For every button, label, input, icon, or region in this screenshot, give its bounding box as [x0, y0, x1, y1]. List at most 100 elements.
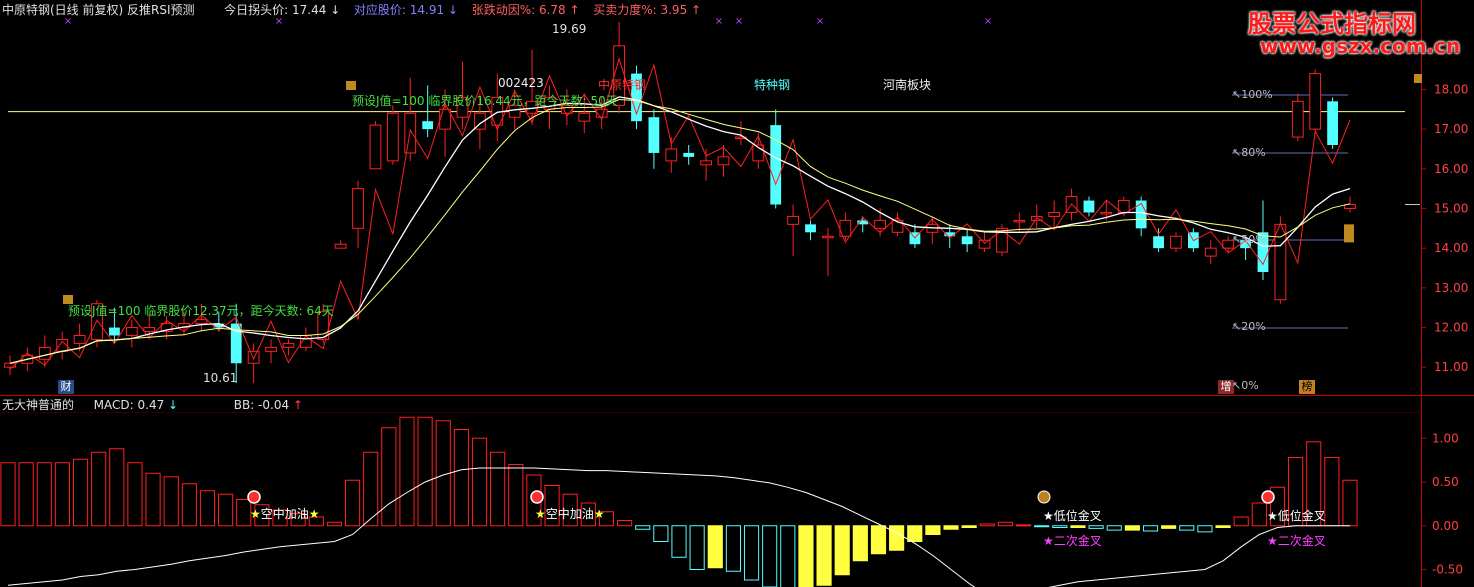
macd-bar	[1052, 525, 1068, 528]
candle-body	[1327, 101, 1338, 145]
bang-badge[interactable]: 榜	[1299, 380, 1315, 394]
candle-body	[770, 125, 782, 205]
price-tick-label: 18.00	[1434, 82, 1468, 96]
macd-bar	[181, 483, 197, 527]
macd-bar	[635, 525, 651, 530]
candle-body	[422, 121, 434, 130]
candle-body	[648, 117, 660, 153]
macd-bar	[127, 462, 143, 527]
candle-body	[978, 239, 991, 249]
candle-body	[109, 327, 120, 336]
watermark-line2: www.gszx.com.cn	[1260, 34, 1461, 58]
pct-0-label: ↖0%	[1232, 379, 1259, 392]
cai-badge[interactable]: 财	[58, 380, 74, 394]
top-marker-icon: ×	[715, 16, 723, 27]
candle-body	[73, 334, 86, 344]
candle-body	[143, 327, 156, 333]
macd-bar	[943, 525, 959, 530]
candle-body	[1274, 223, 1287, 301]
macd-bar	[1106, 525, 1122, 531]
high-price-label: 19.69	[552, 22, 587, 36]
candle-body	[125, 327, 138, 336]
candle-body	[1083, 200, 1095, 213]
macd-bar	[344, 479, 361, 527]
macd-bar	[1233, 516, 1249, 527]
candle-body	[1204, 247, 1217, 257]
top-marker-icon: ×	[64, 16, 72, 27]
macd-bar	[199, 490, 216, 527]
macd-bar	[816, 525, 832, 586]
macd-bar	[870, 525, 887, 555]
macd-bar	[743, 525, 760, 581]
price-tick-label: 16.00	[1434, 162, 1468, 176]
price-tick-label: 17.00	[1434, 122, 1468, 136]
macd-bar	[417, 416, 433, 527]
top-marker-icon: ×	[816, 16, 824, 27]
macd-bar	[997, 521, 1014, 527]
note-icon	[346, 81, 356, 90]
candle-body	[787, 215, 800, 225]
pct-100-value: 100%	[1241, 88, 1273, 101]
macd-tick-label: 0.00	[1432, 519, 1459, 533]
macd-bar	[798, 525, 814, 587]
price-tick-label: 15.00	[1434, 201, 1468, 215]
candle-body	[282, 342, 295, 348]
macd-bar	[453, 429, 469, 527]
pct-0-value: 0%	[1241, 379, 1259, 392]
air-fuel-text-1: 空中加油	[260, 507, 309, 521]
candle-body	[195, 319, 208, 325]
macd-bar	[399, 416, 415, 527]
macd-tick-label: 0.50	[1432, 475, 1459, 489]
macd-bar	[1124, 525, 1140, 531]
candle-body	[1291, 100, 1304, 138]
candle-body	[1013, 219, 1026, 223]
pct-100-label: ↖100%	[1232, 88, 1273, 101]
second-gold-signal-2: ★二次金叉	[1267, 534, 1326, 548]
candle-body	[1135, 200, 1147, 229]
price-tick-label: 13.00	[1434, 281, 1468, 295]
candle-body	[717, 156, 730, 166]
pct-80-label: ↖80%	[1232, 146, 1266, 159]
macd-bar	[1088, 525, 1104, 529]
watermark-logo: 股票公式指标网 www.gszx.com.cn	[1244, 4, 1466, 60]
candle-body	[700, 160, 712, 166]
stock-name: 中原特钢	[598, 78, 647, 92]
macd-bar	[508, 464, 524, 527]
low-gold-signal-2: ★低位金叉	[1267, 509, 1326, 523]
macd-bar	[381, 427, 397, 527]
candle-body	[265, 346, 277, 352]
top-marker-icon: ×	[984, 16, 992, 27]
candle-body	[961, 236, 973, 245]
second-gold-text-2: 二次金叉	[1277, 534, 1326, 548]
predict-lower: 预设J值=100 临界股价12.37元，距今天数: 64天	[68, 304, 334, 318]
pct-20-value: 20%	[1241, 320, 1266, 333]
pct-50-value: 50%	[1241, 233, 1266, 246]
macd-bar	[762, 525, 778, 587]
diff-line	[7, 467, 1350, 587]
macd-bar	[1215, 525, 1231, 528]
macd-bar	[145, 472, 161, 527]
note-icon	[1414, 74, 1422, 83]
macd-bar	[780, 525, 796, 587]
candle-body	[334, 243, 347, 249]
candle-body	[874, 219, 887, 229]
candle-body	[247, 350, 260, 364]
low-gold-text-2: 低位金叉	[1277, 509, 1326, 523]
macd-bar	[925, 525, 941, 535]
macd-bar	[1324, 457, 1340, 527]
candle-body	[683, 152, 695, 157]
signal-dot-icon	[247, 490, 261, 504]
predict-upper: 预设J值=100 临界股价16.44元，距今天数: 50天	[352, 94, 618, 108]
candle-body	[1309, 73, 1322, 130]
candle-body	[1100, 211, 1113, 215]
candle-body	[369, 124, 382, 170]
volume-block	[1344, 224, 1354, 243]
low-price-label: 10.61	[203, 371, 238, 385]
macd-bar	[907, 525, 923, 542]
low-gold-text-1: 低位金叉	[1053, 509, 1102, 523]
pct-80-value: 80%	[1241, 146, 1266, 159]
macd-bar	[54, 462, 70, 527]
macd-bar	[707, 525, 723, 569]
candle-body	[38, 346, 51, 360]
macd-bar	[36, 462, 52, 527]
